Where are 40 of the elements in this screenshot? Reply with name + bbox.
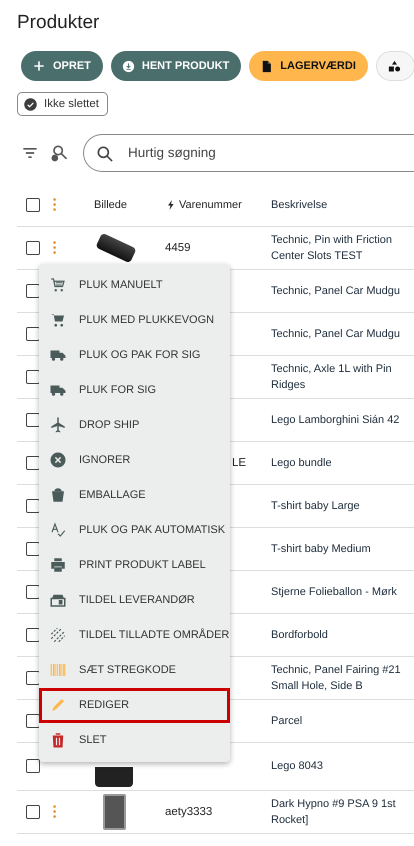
- description-cell-text: Bordforbold: [271, 628, 329, 642]
- menu-item[interactable]: TILDEL LEVERANDØR: [39, 582, 230, 618]
- menu-item[interactable]: TILDEL TILLADTE OMRÅDER: [39, 618, 230, 652]
- column-header: Varenummer: [179, 198, 242, 210]
- description-cell-text: Technic, Pin with Friction Center Slots TEST: [271, 232, 394, 264]
- menu-item[interactable]: PLUK OG PAK AUTOMATISK: [39, 512, 230, 548]
- description-cell-text: Lego bundle: [271, 456, 333, 470]
- menu-item[interactable]: PRINT PRODUKT LABEL: [39, 548, 230, 582]
- item-number: aety3333: [165, 806, 212, 818]
- description-cell-text: Technic, Axle 1L with Pin Ridges: [271, 362, 393, 392]
- menu-item[interactable]: SLET: [39, 722, 230, 758]
- menu-item[interactable]: PLUK OG PAK FOR SIG: [39, 338, 230, 372]
- description-cell-text: Stjerne Folieballon - Mørk: [271, 584, 398, 600]
- filter-chip[interactable]: Ikke slettet: [17, 92, 108, 116]
- page-title: Produkter: [17, 12, 100, 34]
- description-cell-text: Technic, Panel Car Mudgu: [271, 326, 402, 342]
- description-cell-text: Dark Hypno #9 PSA 9 1st Rocket]: [271, 796, 397, 828]
- description-cell-text: T-shirt baby Large: [271, 498, 361, 514]
- action-button[interactable]: OPRET: [21, 51, 103, 81]
- action-button[interactable]: HENT PRODUKT: [110, 51, 242, 81]
- description-cell-text: Technic, Panel Fairing #21 Small Hole, Side B: [271, 662, 402, 694]
- menu-item[interactable]: PLUK MED PLUKKEVOGN: [39, 302, 230, 338]
- description-cell-text: Lego Lamborghini Sián 42: [271, 412, 400, 428]
- menu-item[interactable]: REDIGER: [39, 688, 230, 722]
- description-cell-text: Lego 8043: [271, 759, 324, 774]
- search-field[interactable]: Hurtig søgning: [83, 134, 414, 172]
- menu-item[interactable]: PLUK FOR SIG: [39, 372, 230, 408]
- column-header: Beskrivelse: [271, 198, 328, 212]
- menu-item[interactable]: EMBALLAGE: [39, 478, 230, 512]
- menu-item[interactable]: IGNORER: [39, 442, 230, 478]
- column-header: Billede: [93, 198, 128, 210]
- description-cell-text: T-shirt baby Medium: [271, 542, 372, 556]
- description-cell-text: Parcel: [271, 714, 304, 728]
- menu-item[interactable]: SÆT STREGKODE: [39, 652, 230, 688]
- menu-item[interactable]: PLUK MANUELT: [39, 268, 230, 302]
- action-button[interactable]: LAGERVÆRDI: [249, 51, 368, 81]
- description-cell-text: Technic, Panel Car Mudgu: [271, 284, 402, 298]
- item-number: LE: [232, 456, 246, 468]
- item-number: 4459: [165, 242, 191, 254]
- menu-item[interactable]: DROP SHIP: [39, 408, 230, 442]
